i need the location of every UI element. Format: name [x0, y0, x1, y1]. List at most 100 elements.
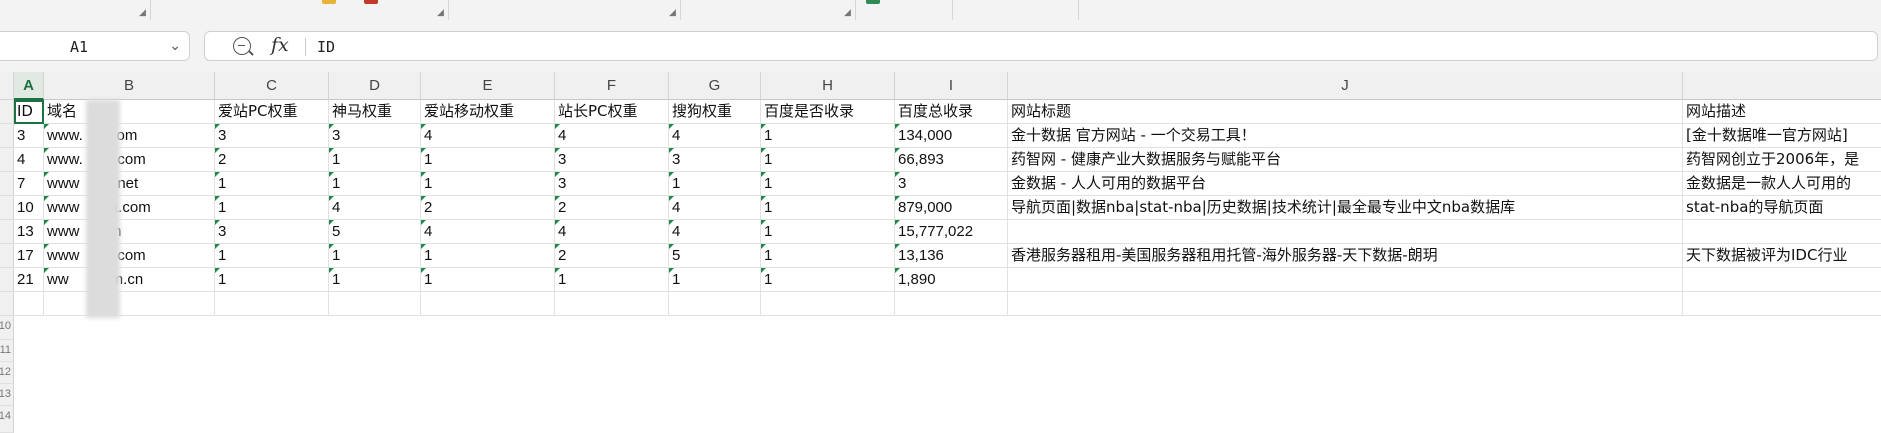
empty-cell[interactable]	[14, 292, 44, 316]
spreadsheet-grid[interactable]: A B C D E F G H I J 10 11 12 13 14 ID 域名…	[0, 72, 1881, 433]
column-header-c[interactable]: C	[215, 72, 329, 100]
column-header-j[interactable]: J	[1008, 72, 1683, 100]
cell-site-desc[interactable]	[1683, 220, 1881, 244]
cell-sogou[interactable]: 4	[669, 124, 761, 148]
cell-baidu-total[interactable]: 13,136	[895, 244, 1008, 268]
dialog-launcher-icon[interactable]: ◢	[437, 8, 444, 17]
header-cell-site-title[interactable]: 网站标题	[1008, 100, 1683, 124]
select-all-corner[interactable]	[0, 72, 14, 100]
row-header[interactable]: 13	[0, 384, 14, 406]
cell-shenma[interactable]: 1	[329, 268, 421, 292]
cell-domain[interactable]: www. h.com	[44, 148, 215, 172]
cell-site-title[interactable]: 金十数据 官方网站 - 一个交易工具！	[1008, 124, 1683, 148]
row-header[interactable]: 10	[0, 316, 14, 340]
header-cell-sogou[interactable]: 搜狗权重	[669, 100, 761, 124]
column-header-e[interactable]: E	[421, 72, 555, 100]
cell-baidu-indexed[interactable]: 1	[761, 220, 895, 244]
cell-baidu-indexed[interactable]: 1	[761, 244, 895, 268]
cell-aizhan-mobile[interactable]: 1	[421, 172, 555, 196]
cell-aizhan-mobile[interactable]: 4	[421, 124, 555, 148]
cell-zhanzhang-pc[interactable]: 3	[555, 172, 669, 196]
column-header-g[interactable]: G	[669, 72, 761, 100]
cell-baidu-indexed[interactable]: 1	[761, 172, 895, 196]
cell-aizhan-pc[interactable]: 1	[215, 196, 329, 220]
header-cell-shenma[interactable]: 神马权重	[329, 100, 421, 124]
row-header[interactable]	[0, 100, 14, 124]
empty-cell[interactable]	[555, 292, 669, 316]
header-cell-aizhan-mobile[interactable]: 爱站移动权重	[421, 100, 555, 124]
cell-zhanzhang-pc[interactable]: 2	[555, 196, 669, 220]
conditional-format-icon[interactable]	[866, 0, 880, 4]
header-cell-id[interactable]: ID	[14, 100, 44, 124]
cell-aizhan-pc[interactable]: 1	[215, 172, 329, 196]
cell-site-desc[interactable]: 天下数据被评为IDC行业	[1683, 244, 1881, 268]
cell-aizhan-pc[interactable]: 3	[215, 220, 329, 244]
cell-shenma[interactable]: 1	[329, 244, 421, 268]
cell-aizhan-mobile[interactable]: 1	[421, 268, 555, 292]
cell-baidu-total[interactable]: 15,777,022	[895, 220, 1008, 244]
cell-baidu-total[interactable]: 3	[895, 172, 1008, 196]
cell-baidu-total[interactable]: 66,893	[895, 148, 1008, 172]
row-header[interactable]	[0, 292, 14, 316]
row-header[interactable]	[0, 268, 14, 292]
column-header-i[interactable]: I	[895, 72, 1008, 100]
column-header-f[interactable]: F	[555, 72, 669, 100]
cell-site-desc[interactable]: 药智网创立于2006年，是	[1683, 148, 1881, 172]
cell-shenma[interactable]: 1	[329, 172, 421, 196]
header-cell-aizhan-pc[interactable]: 爱站PC权重	[215, 100, 329, 124]
cell-baidu-total[interactable]: 134,000	[895, 124, 1008, 148]
cell-baidu-total[interactable]: 1,890	[895, 268, 1008, 292]
cell-sogou[interactable]: 1	[669, 172, 761, 196]
formula-input[interactable]: fx ID	[204, 31, 1878, 61]
cell-baidu-indexed[interactable]: 1	[761, 268, 895, 292]
header-cell-baidu-indexed[interactable]: 百度是否收录	[761, 100, 895, 124]
cell-id[interactable]: 13	[14, 220, 44, 244]
empty-cell[interactable]	[329, 292, 421, 316]
cell-zhanzhang-pc[interactable]: 1	[555, 268, 669, 292]
chevron-down-icon[interactable]: ⌄	[169, 37, 181, 54]
header-cell-domain[interactable]: 域名	[44, 100, 215, 124]
cell-id[interactable]: 4	[14, 148, 44, 172]
cell-aizhan-pc[interactable]: 3	[215, 124, 329, 148]
cell-id[interactable]: 10	[14, 196, 44, 220]
font-color-icon[interactable]	[364, 0, 378, 4]
cell-site-desc[interactable]: stat-nba的导航页面	[1683, 196, 1881, 220]
fill-color-icon[interactable]	[322, 0, 336, 4]
cell-aizhan-mobile[interactable]: 2	[421, 196, 555, 220]
cell-site-desc[interactable]: 金数据是一款人人可用的	[1683, 172, 1881, 196]
cell-zhanzhang-pc[interactable]: 2	[555, 244, 669, 268]
cell-shenma[interactable]: 4	[329, 196, 421, 220]
row-header[interactable]	[0, 244, 14, 268]
cell-site-title[interactable]: 导航页面|数据nba|stat-nba|历史数据|技术统计|最全最专业中文nba…	[1008, 196, 1683, 220]
cell-aizhan-pc[interactable]: 2	[215, 148, 329, 172]
cell-sogou[interactable]: 4	[669, 220, 761, 244]
column-header-d[interactable]: D	[329, 72, 421, 100]
header-cell-zhanzhang-pc[interactable]: 站长PC权重	[555, 100, 669, 124]
empty-cell[interactable]	[421, 292, 555, 316]
cell-site-title[interactable]: 金数据 - 人人可用的数据平台	[1008, 172, 1683, 196]
row-header[interactable]	[0, 148, 14, 172]
row-header[interactable]	[0, 220, 14, 244]
empty-cell[interactable]	[895, 292, 1008, 316]
dialog-launcher-icon[interactable]: ◢	[844, 8, 851, 17]
empty-cell[interactable]	[1683, 292, 1881, 316]
empty-cell[interactable]	[215, 292, 329, 316]
row-header[interactable]: 14	[0, 406, 14, 433]
cell-baidu-indexed[interactable]: 1	[761, 196, 895, 220]
row-header[interactable]	[0, 124, 14, 148]
cell-site-title[interactable]	[1008, 220, 1683, 244]
cell-aizhan-pc[interactable]: 1	[215, 268, 329, 292]
empty-cell[interactable]	[44, 292, 215, 316]
row-header[interactable]: 11	[0, 340, 14, 362]
cell-aizhan-mobile[interactable]: 1	[421, 148, 555, 172]
cell-aizhan-mobile[interactable]: 1	[421, 244, 555, 268]
zoom-out-icon[interactable]	[233, 37, 251, 55]
dialog-launcher-icon[interactable]: ◢	[139, 8, 146, 17]
cell-zhanzhang-pc[interactable]: 4	[555, 220, 669, 244]
cell-zhanzhang-pc[interactable]: 3	[555, 148, 669, 172]
cell-site-desc[interactable]: [金十数据唯一官方网站]	[1683, 124, 1881, 148]
column-header-h[interactable]: H	[761, 72, 895, 100]
column-header-k[interactable]	[1683, 72, 1881, 100]
empty-cell[interactable]	[761, 292, 895, 316]
cell-aizhan-pc[interactable]: 1	[215, 244, 329, 268]
